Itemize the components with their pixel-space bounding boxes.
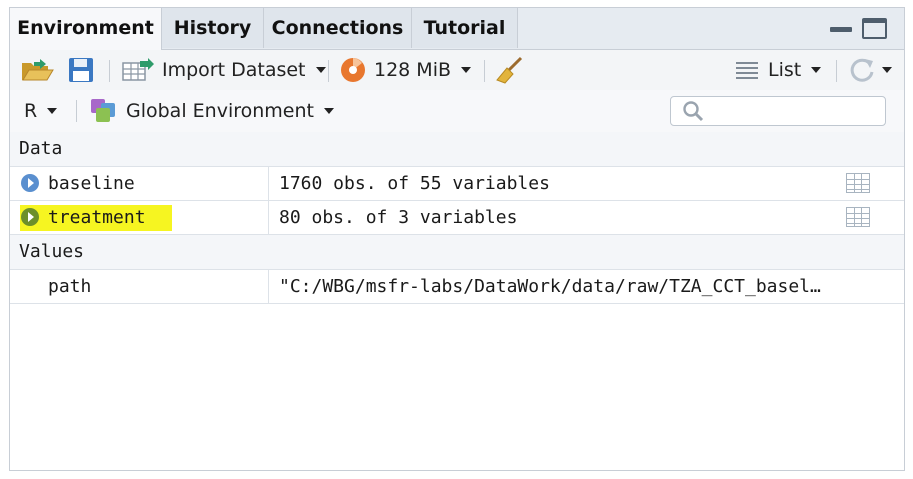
tab-history-label: History — [173, 17, 252, 39]
view-mode-button[interactable]: List — [736, 50, 822, 90]
chevron-down-icon — [882, 67, 892, 73]
list-icon — [736, 62, 758, 79]
variable-value: 80 obs. of 3 variables — [279, 207, 518, 228]
variable-name-cell: treatment — [10, 201, 269, 234]
save-icon — [69, 58, 93, 82]
memory-usage-label: 128 MiB — [374, 59, 452, 81]
toolbar-divider — [484, 60, 485, 82]
toolbar-divider — [76, 100, 77, 122]
open-folder-icon — [22, 59, 54, 81]
tab-connections[interactable]: Connections — [264, 8, 412, 48]
variable-name: treatment — [48, 207, 146, 228]
table-view-icon[interactable] — [846, 207, 870, 227]
section-header-data: Data — [10, 132, 904, 167]
environment-grid: Data baseline 1760 obs. of 55 variables … — [10, 132, 904, 304]
toolbar-divider — [836, 60, 837, 82]
maximize-icon[interactable] — [862, 18, 887, 39]
environment-pane: Environment History Connections Tutorial — [9, 7, 905, 471]
tab-environment[interactable]: Environment — [10, 8, 162, 50]
variable-name: baseline — [48, 173, 135, 194]
main-toolbar: Import Dataset 128 MiB List — [10, 50, 904, 91]
chevron-down-icon — [323, 108, 334, 114]
tab-tutorial[interactable]: Tutorial — [412, 8, 518, 48]
import-dataset-icon — [122, 58, 154, 81]
view-mode-label: List — [768, 59, 802, 81]
chevron-down-icon — [811, 67, 822, 73]
table-row[interactable]: path "C:/WBG/msfr-labs/DataWork/data/raw… — [10, 270, 904, 304]
refresh-icon — [850, 58, 874, 82]
clear-workspace-button[interactable] — [496, 50, 524, 90]
import-dataset-label: Import Dataset — [162, 59, 306, 81]
r-language-icon: R — [24, 100, 38, 122]
table-row[interactable]: treatment 80 obs. of 3 variables — [10, 201, 904, 235]
chevron-down-icon — [461, 67, 472, 73]
toolbar-divider — [109, 60, 110, 82]
table-view-icon[interactable] — [846, 173, 870, 193]
expand-icon[interactable] — [21, 174, 39, 192]
environment-selector[interactable]: Global Environment — [90, 90, 334, 132]
search-input[interactable] — [670, 96, 886, 126]
language-selector[interactable]: R — [24, 90, 58, 132]
section-header-values: Values — [10, 235, 904, 270]
environment-toolbar: R Global Environment — [10, 90, 904, 133]
memory-usage-button[interactable]: 128 MiB — [340, 50, 472, 90]
save-workspace-button[interactable] — [68, 50, 94, 90]
variable-value: 1760 obs. of 55 variables — [279, 173, 550, 194]
variable-name-cell: baseline — [10, 167, 269, 200]
memory-pie-icon — [341, 58, 365, 82]
expand-icon[interactable] — [21, 208, 39, 226]
variable-name-cell: path — [10, 270, 269, 303]
tab-history[interactable]: History — [162, 8, 264, 48]
environment-label: Global Environment — [126, 100, 314, 122]
broom-icon — [496, 56, 523, 84]
toolbar-divider — [328, 60, 329, 82]
tab-connections-label: Connections — [271, 17, 404, 39]
variable-value: "C:/WBG/msfr-labs/DataWork/data/raw/TZA_… — [279, 276, 821, 297]
import-dataset-button[interactable]: Import Dataset — [122, 50, 326, 90]
chevron-down-icon — [315, 67, 326, 73]
tab-environment-label: Environment — [17, 17, 154, 39]
search-icon — [683, 101, 704, 122]
variable-name: path — [48, 276, 92, 297]
tab-tutorial-label: Tutorial — [423, 17, 506, 39]
open-workspace-button[interactable] — [20, 50, 54, 90]
minimize-icon[interactable] — [830, 18, 852, 32]
tab-bar: Environment History Connections Tutorial — [10, 8, 904, 50]
global-environment-icon — [91, 99, 115, 122]
table-row[interactable]: baseline 1760 obs. of 55 variables — [10, 167, 904, 201]
refresh-button[interactable] — [848, 50, 892, 90]
chevron-down-icon — [47, 108, 58, 114]
